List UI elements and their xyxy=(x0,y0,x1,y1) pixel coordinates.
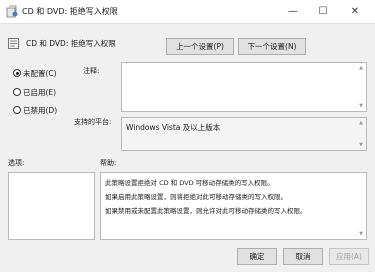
supported-platform-label: 支持的平台: xyxy=(74,118,112,126)
apply-button[interactable]: 应用(A) xyxy=(329,248,369,265)
radio-enabled[interactable]: 已启用(E) xyxy=(13,88,56,98)
scroll-up-icon[interactable]: ▲ xyxy=(359,65,363,71)
options-panel xyxy=(8,172,95,240)
scroll-down-icon[interactable]: ▼ xyxy=(359,231,363,237)
scroll-down-icon[interactable]: ▼ xyxy=(359,103,363,109)
radio-not-configured[interactable]: 未配置(C) xyxy=(13,69,57,79)
comment-label: 注释: xyxy=(83,67,100,75)
policy-setting-icon xyxy=(8,38,19,49)
radio-label: 已启用(E) xyxy=(23,88,57,97)
radio-checked-icon xyxy=(13,69,21,77)
radio-unchecked-icon xyxy=(13,106,21,114)
help-panel: 此策略设置拒绝对 CD 和 DVD 可移动存储类的写入权限。 如果启用此策略设置… xyxy=(100,172,367,240)
options-label: 选项: xyxy=(8,159,25,167)
previous-setting-button[interactable]: 上一个设置(P) xyxy=(166,38,234,55)
comment-textarea[interactable]: ▲ ▼ xyxy=(121,62,367,112)
policy-name: CD 和 DVD: 拒绝写入权限 xyxy=(26,39,116,48)
supported-platform-value: Windows Vista 及以上版本 xyxy=(126,123,221,132)
window-title: CD 和 DVD: 拒绝写入权限 xyxy=(22,7,118,16)
cancel-button[interactable]: 取消 xyxy=(283,248,323,265)
policy-app-icon xyxy=(6,5,18,18)
help-label: 帮助: xyxy=(100,159,117,167)
ok-button[interactable]: 确定 xyxy=(237,248,277,265)
next-setting-button[interactable]: 下一个设置(N) xyxy=(238,38,306,55)
help-paragraph: 如果启用此策略设置，则将拒绝对此可移动存储类的写入权限。 xyxy=(105,193,287,201)
radio-unchecked-icon xyxy=(13,88,21,96)
close-icon[interactable]: ✕ xyxy=(340,0,370,24)
maximize-icon[interactable]: ☐ xyxy=(308,0,338,24)
scroll-down-icon[interactable]: ▼ xyxy=(359,142,363,148)
title-bar: CD 和 DVD: 拒绝写入权限 — ☐ ✕ xyxy=(0,0,375,24)
help-paragraph: 如果禁用或未配置此策略设置，则允许对此可移动存储类的写入权限。 xyxy=(105,207,307,215)
scroll-up-icon[interactable]: ▲ xyxy=(359,120,363,126)
minimize-icon[interactable]: — xyxy=(278,0,308,24)
radio-label: 未配置(C) xyxy=(23,69,57,78)
radio-label: 已禁用(D) xyxy=(23,106,58,115)
help-paragraph: 此策略设置拒绝对 CD 和 DVD 可移动存储类的写入权限。 xyxy=(105,179,274,187)
radio-disabled[interactable]: 已禁用(D) xyxy=(13,106,57,116)
supported-platform-box: Windows Vista 及以上版本 ▲ ▼ xyxy=(121,117,367,151)
